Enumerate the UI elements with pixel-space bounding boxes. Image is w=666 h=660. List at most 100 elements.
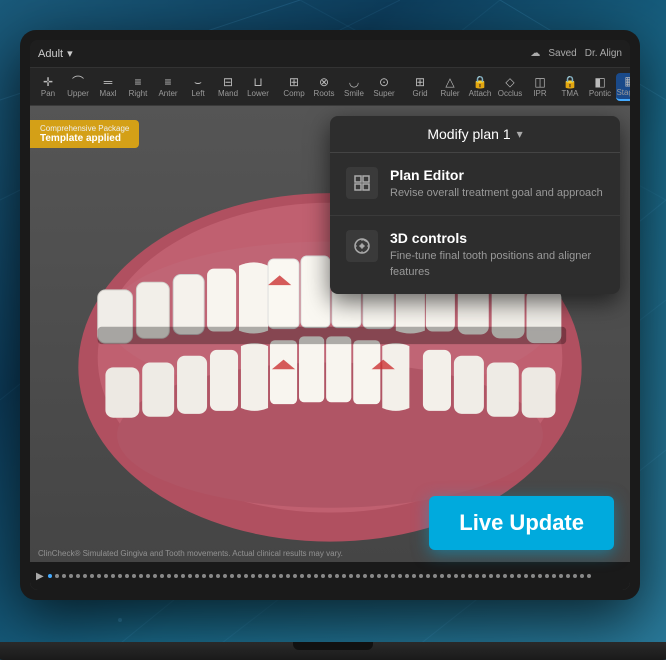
toolbar: ✛ Pan ⌒ Upper ═ Maxl ≡ Right ≡ Anter ⌣ L… xyxy=(30,68,630,106)
timeline-dot xyxy=(531,574,535,578)
tool-ruler[interactable]: △ Ruler xyxy=(436,74,464,100)
tool-super[interactable]: ⊙ Super xyxy=(370,74,398,100)
tool-pontic[interactable]: ◧ Pontic xyxy=(586,74,614,100)
timeline-dot xyxy=(230,574,234,578)
modify-plan-header[interactable]: Modify plan 1 ▾ xyxy=(330,116,620,153)
live-update-button[interactable]: Live Update xyxy=(429,496,614,550)
tool-upper[interactable]: ⌒ Upper xyxy=(64,74,92,100)
timeline-dot xyxy=(160,574,164,578)
tool-roots[interactable]: ⊗ Roots xyxy=(310,74,338,100)
timeline-dot xyxy=(391,574,395,578)
tool-pan[interactable]: ✛ Pan xyxy=(34,74,62,100)
timeline-dot xyxy=(188,574,192,578)
timeline-dot xyxy=(202,574,206,578)
live-update-label: Live Update xyxy=(459,510,584,535)
timeline-dot xyxy=(69,574,73,578)
lower-icon: ⊔ xyxy=(253,76,262,88)
mand-icon: ⊟ xyxy=(223,76,233,88)
timeline-dot xyxy=(139,574,143,578)
timeline-dot xyxy=(454,574,458,578)
timeline-dot xyxy=(111,574,115,578)
pan-icon: ✛ xyxy=(43,76,53,88)
tool-lower[interactable]: ⊔ Lower xyxy=(244,74,272,100)
plan-editor-title: Plan Editor xyxy=(390,167,603,183)
timeline-dot xyxy=(447,574,451,578)
tool-mand[interactable]: ⊟ Mand xyxy=(214,74,242,100)
ipr-icon: ◫ xyxy=(534,76,545,88)
tool-tma[interactable]: 🔒 TMA xyxy=(556,74,584,100)
maxl-icon: ═ xyxy=(104,76,113,88)
timeline-dot xyxy=(405,574,409,578)
tool-grid[interactable]: ⊞ Grid xyxy=(406,74,434,100)
tool-right[interactable]: ≡ Right xyxy=(124,74,152,100)
laptop-notch xyxy=(293,642,373,650)
attach-icon: 🔒 xyxy=(473,76,488,88)
timeline-dot xyxy=(384,574,388,578)
template-badge-sub: Comprehensive Package xyxy=(40,124,129,133)
timeline-dot xyxy=(223,574,227,578)
timeline-dot xyxy=(174,574,178,578)
tool-comp[interactable]: ⊞ Comp xyxy=(280,74,308,100)
timeline-dot xyxy=(587,574,591,578)
modify-chevron-icon: ▾ xyxy=(517,127,523,141)
laptop-frame: Adult ▾ ☁ Saved Dr. Align ✛ Pan ⌒ Upper … xyxy=(20,30,640,600)
timeline-dot xyxy=(209,574,213,578)
modify-3d-controls-item[interactable]: 3D controls Fine-tune final tooth positi… xyxy=(330,216,620,294)
play-icon[interactable]: ▶ xyxy=(36,571,44,582)
tma-icon: 🔒 xyxy=(563,76,578,88)
staging-icon: ▦ xyxy=(624,75,630,87)
timeline-dot xyxy=(104,574,108,578)
timeline-dot xyxy=(300,574,304,578)
tool-anter[interactable]: ≡ Anter xyxy=(154,74,182,100)
top-bar-right: ☁ Saved Dr. Align xyxy=(530,48,622,59)
roots-icon: ⊗ xyxy=(319,76,329,88)
timeline-dot xyxy=(90,574,94,578)
clincheck-watermark: ClinCheck® Simulated Gingiva and Tooth m… xyxy=(38,549,343,558)
timeline-dot xyxy=(272,574,276,578)
modify-plan-title: Modify plan 1 xyxy=(427,126,510,142)
timeline-dot xyxy=(314,574,318,578)
timeline-dot xyxy=(342,574,346,578)
timeline-dot xyxy=(48,574,52,578)
tool-maxl[interactable]: ═ Maxl xyxy=(94,74,122,100)
tool-staging[interactable]: ▦ Staging xyxy=(616,73,630,101)
tool-occlus[interactable]: ◇ Occlus xyxy=(496,74,524,100)
patient-type-selector[interactable]: Adult ▾ xyxy=(38,47,73,60)
tool-smile[interactable]: ◡ Smile xyxy=(340,74,368,100)
timeline-dot xyxy=(524,574,528,578)
timeline-dot xyxy=(293,574,297,578)
timeline-dot xyxy=(510,574,514,578)
timeline-dot xyxy=(328,574,332,578)
timeline-dot xyxy=(279,574,283,578)
timeline-dot xyxy=(552,574,556,578)
3d-controls-icon xyxy=(346,230,378,262)
timeline-dot xyxy=(125,574,129,578)
timeline-dot xyxy=(482,574,486,578)
timeline-dot xyxy=(398,574,402,578)
modify-plan-editor-item[interactable]: Plan Editor Revise overall treatment goa… xyxy=(330,153,620,216)
tool-attach[interactable]: 🔒 Attach xyxy=(466,74,494,100)
timeline-dot xyxy=(489,574,493,578)
3d-controls-text: 3D controls Fine-tune final tooth positi… xyxy=(390,230,604,280)
right-icon: ≡ xyxy=(134,76,141,88)
timeline-dot xyxy=(538,574,542,578)
timeline-dot xyxy=(503,574,507,578)
modify-plan-dropdown: Modify plan 1 ▾ Plan Editor R xyxy=(330,116,620,294)
patient-type-label: Adult xyxy=(38,48,63,60)
timeline-dot xyxy=(216,574,220,578)
tool-left[interactable]: ⌣ Left xyxy=(184,74,212,100)
timeline-dot xyxy=(573,574,577,578)
timeline-dot xyxy=(251,574,255,578)
timeline-dot xyxy=(321,574,325,578)
timeline-dot xyxy=(62,574,66,578)
cloud-icon: ☁ xyxy=(530,48,540,59)
plan-editor-text: Plan Editor Revise overall treatment goa… xyxy=(390,167,603,201)
ruler-icon: △ xyxy=(445,76,454,88)
tool-ipr[interactable]: ◫ IPR xyxy=(526,74,554,100)
timeline-dot xyxy=(286,574,290,578)
timeline-dot xyxy=(363,574,367,578)
timeline-dot xyxy=(265,574,269,578)
timeline-dot xyxy=(356,574,360,578)
timeline-dot xyxy=(433,574,437,578)
timeline-dot xyxy=(97,574,101,578)
